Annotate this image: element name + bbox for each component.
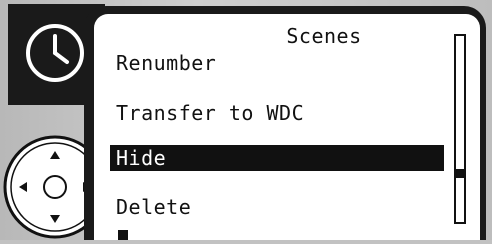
menu-item-renumber[interactable]: Renumber <box>116 50 216 76</box>
menu-item-hide[interactable]: Hide <box>110 145 444 171</box>
scrollbar[interactable] <box>454 34 466 224</box>
display-screen: Scenes Renumber Transfer to WDC Hide Del… <box>94 14 480 240</box>
screen-title: Scenes <box>286 24 362 48</box>
menu-item-delete[interactable]: Delete <box>116 194 191 220</box>
clock-icon <box>26 24 84 82</box>
more-indicator <box>118 230 128 240</box>
menu-item-transfer-to-wdc[interactable]: Transfer to WDC <box>116 100 304 126</box>
scrollbar-thumb[interactable] <box>456 169 464 178</box>
